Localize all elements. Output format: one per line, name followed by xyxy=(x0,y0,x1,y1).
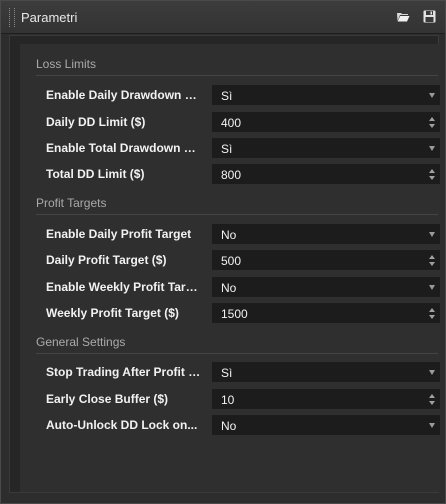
drag-grip-icon[interactable] xyxy=(9,8,15,27)
spin-down-icon[interactable] xyxy=(429,315,435,319)
parameters-window: Parametri Loss Limits Enable Daily Drawd… xyxy=(0,0,446,504)
dropdown-value: Sì xyxy=(221,89,233,103)
dropdown-value: No xyxy=(221,281,237,295)
window-title: Parametri xyxy=(21,10,78,25)
dropdown-enable-weekly-profit-target[interactable]: No xyxy=(212,277,440,297)
parameters-panel: Loss Limits Enable Daily Drawdown L... S… xyxy=(9,35,440,493)
title-bar[interactable]: Parametri xyxy=(1,1,445,34)
dropdown-enable-daily-drawdown[interactable]: Sì xyxy=(212,85,440,105)
label-early-close-buffer: Early Close Buffer ($) xyxy=(46,392,169,406)
parameters-grid: Loss Limits Enable Daily Drawdown L... S… xyxy=(20,44,440,492)
spinner-early-close-buffer[interactable]: 10 xyxy=(212,389,440,409)
spin-up-icon[interactable] xyxy=(429,117,435,121)
spinner-value: 500 xyxy=(221,254,242,268)
spin-down-icon[interactable] xyxy=(429,124,435,128)
spinner-value: 800 xyxy=(221,168,242,182)
label-auto-unlock-dd-lock: Auto-Unlock DD Lock on... xyxy=(46,418,198,432)
label-total-dd-limit: Total DD Limit ($) xyxy=(46,167,145,181)
chevron-down-icon[interactable] xyxy=(429,423,435,428)
spinner-value: 1500 xyxy=(221,307,248,321)
section-divider xyxy=(36,353,438,354)
dropdown-enable-daily-profit-target[interactable]: No xyxy=(212,224,440,244)
spin-up-icon[interactable] xyxy=(429,394,435,398)
spin-down-icon[interactable] xyxy=(429,176,435,180)
section-title-loss-limits: Loss Limits xyxy=(36,57,97,71)
dropdown-stop-trading-after-profit[interactable]: Sì xyxy=(212,362,440,382)
section-divider xyxy=(36,75,438,76)
spinner-value: 400 xyxy=(221,116,242,130)
label-daily-profit-target: Daily Profit Target ($) xyxy=(46,253,167,267)
section-title-profit-targets: Profit Targets xyxy=(36,196,107,210)
section-divider xyxy=(36,214,438,215)
dropdown-value: No xyxy=(221,419,237,433)
dropdown-value: No xyxy=(221,228,237,242)
label-enable-weekly-profit-target: Enable Weekly Profit Target xyxy=(46,280,202,294)
spin-up-icon[interactable] xyxy=(429,255,435,259)
chevron-down-icon[interactable] xyxy=(429,370,435,375)
chevron-down-icon[interactable] xyxy=(429,146,435,151)
spin-up-icon[interactable] xyxy=(429,169,435,173)
spinner-daily-profit-target[interactable]: 500 xyxy=(212,250,440,270)
spinner-value: 10 xyxy=(221,393,235,407)
label-enable-daily-drawdown: Enable Daily Drawdown L... xyxy=(46,88,202,102)
chevron-down-icon[interactable] xyxy=(429,93,435,98)
label-daily-dd-limit: Daily DD Limit ($) xyxy=(46,115,146,129)
dropdown-auto-unlock-dd-lock[interactable]: No xyxy=(212,415,440,435)
chevron-down-icon[interactable] xyxy=(429,285,435,290)
spinner-total-dd-limit[interactable]: 800 xyxy=(212,164,440,184)
label-enable-daily-profit-target: Enable Daily Profit Target xyxy=(46,227,192,241)
spin-down-icon[interactable] xyxy=(429,401,435,405)
dropdown-enable-total-drawdown[interactable]: Sì xyxy=(212,138,440,158)
dropdown-value: Sì xyxy=(221,142,233,156)
dropdown-value: Sì xyxy=(221,366,233,380)
save-icon[interactable] xyxy=(423,10,437,23)
spin-down-icon[interactable] xyxy=(429,262,435,266)
label-weekly-profit-target: Weekly Profit Target ($) xyxy=(46,306,179,320)
open-folder-icon[interactable] xyxy=(396,10,410,23)
spinner-daily-dd-limit[interactable]: 400 xyxy=(212,112,440,132)
spin-up-icon[interactable] xyxy=(429,308,435,312)
label-enable-total-drawdown: Enable Total Drawdown Li... xyxy=(46,141,202,155)
spinner-weekly-profit-target[interactable]: 1500 xyxy=(212,303,440,323)
chevron-down-icon[interactable] xyxy=(429,232,435,237)
label-stop-trading-after-profit: Stop Trading After Profit T... xyxy=(46,365,202,379)
section-title-general-settings: General Settings xyxy=(36,335,126,349)
